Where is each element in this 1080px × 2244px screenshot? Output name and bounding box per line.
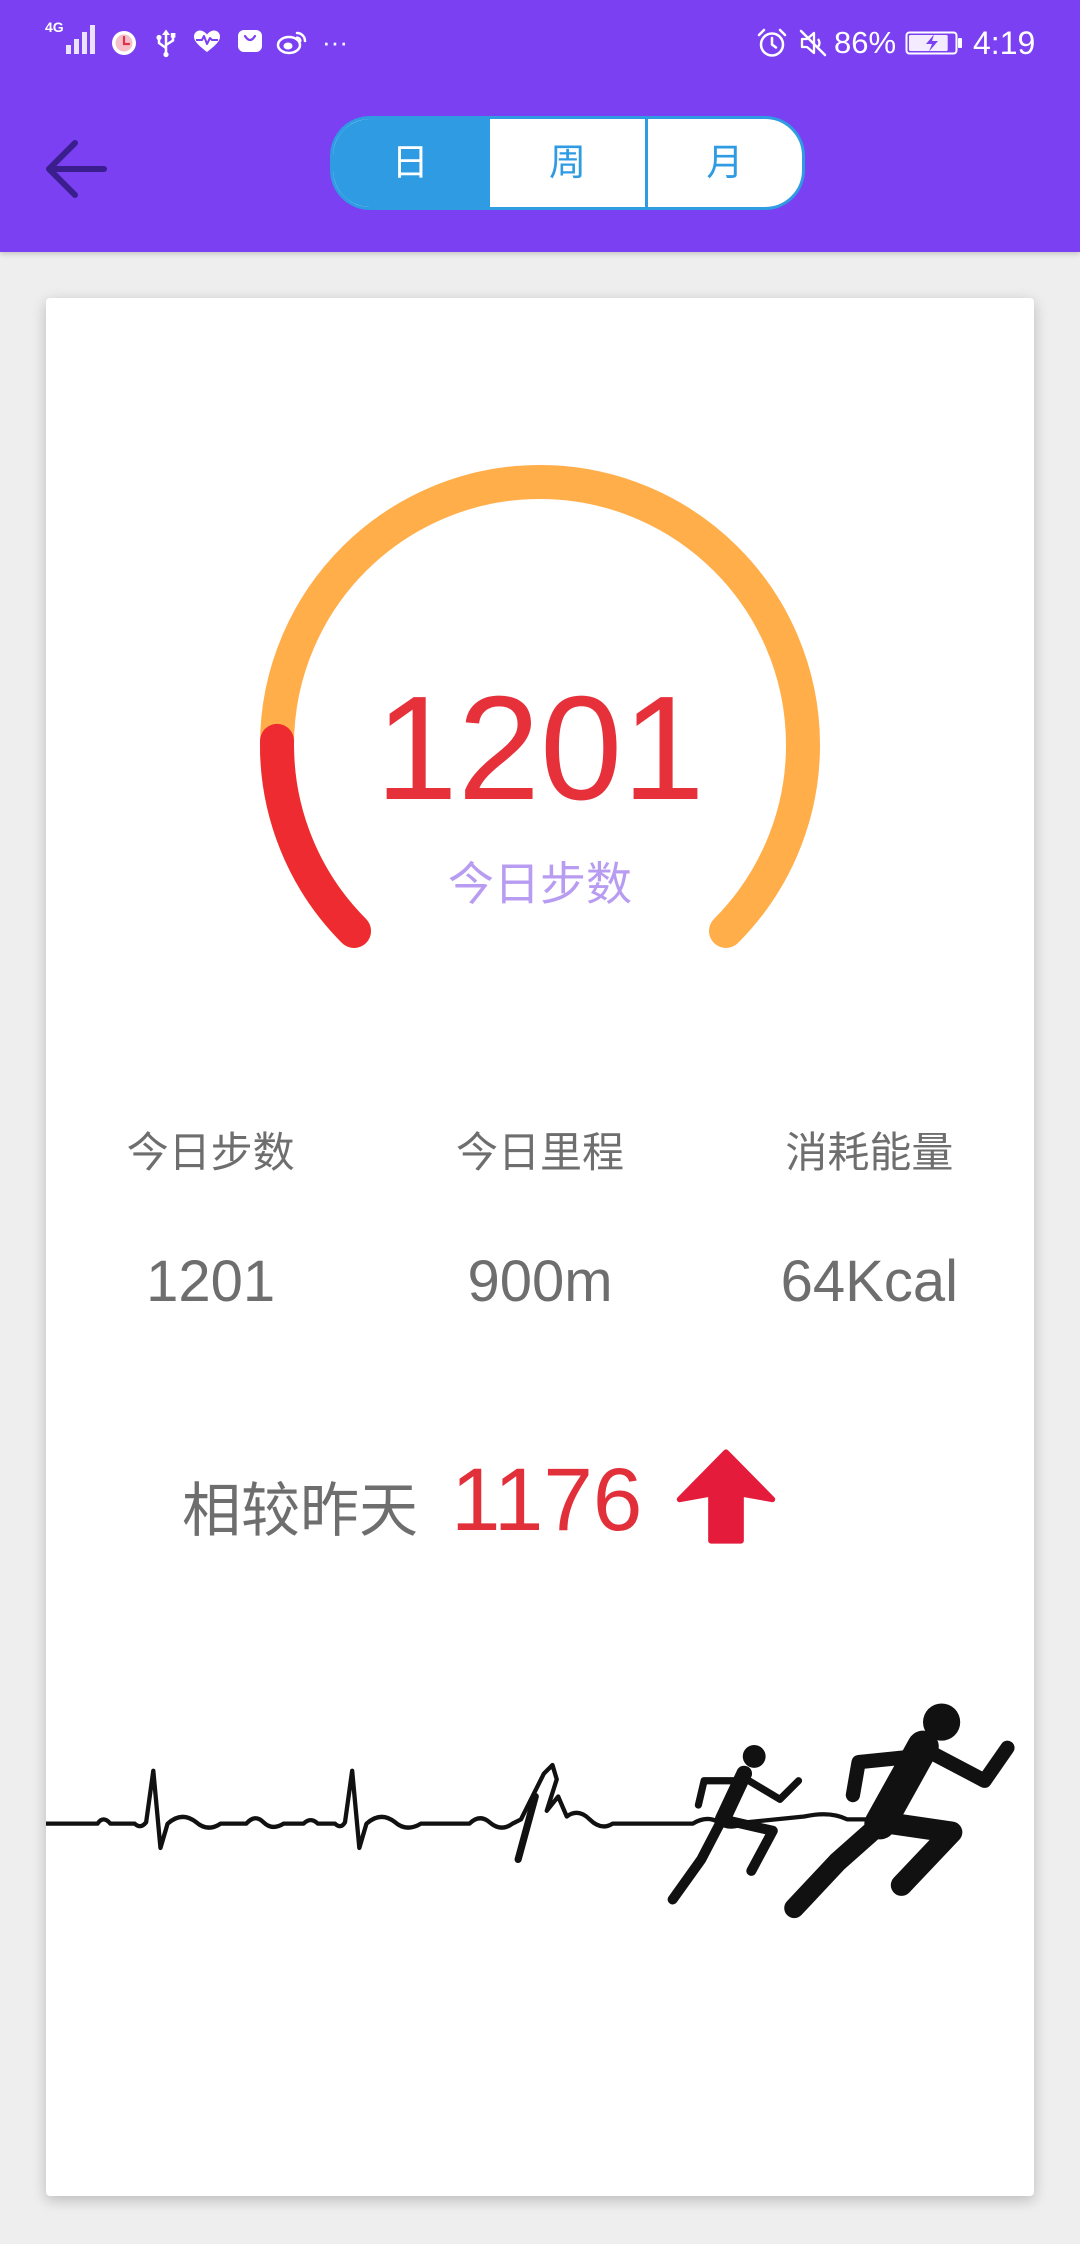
- back-button[interactable]: [30, 124, 120, 214]
- battery-icon: [905, 31, 962, 55]
- health-icon: [194, 30, 220, 52]
- tab-month[interactable]: 月: [644, 119, 802, 207]
- comparison-value: 1176: [451, 1449, 643, 1549]
- alarm-icon: [757, 28, 787, 57]
- more-notifications-indicator: ···: [322, 27, 348, 57]
- weibo-icon: [276, 31, 307, 55]
- stat-label: 消耗能量: [785, 1128, 954, 1177]
- app-notification-icon: [112, 31, 136, 55]
- usb-icon: [156, 29, 176, 58]
- arrow-left-icon: [46, 140, 107, 198]
- tab-day[interactable]: 日: [333, 119, 488, 207]
- stat-value: 1201: [146, 1249, 276, 1314]
- runner-large: [784, 1703, 1015, 1919]
- mute-icon: [799, 29, 827, 57]
- period-tabs: 日 周 月: [330, 116, 805, 210]
- stats-row: 今日步数 1201 今日里程 900m 消耗能量 64Kcal: [46, 1125, 1034, 1317]
- clock-time: 4:19: [973, 25, 1036, 61]
- status-bar: 4G ··· 86% 4:19: [0, 0, 1080, 86]
- gauge-label: 今日步数: [448, 857, 632, 911]
- stat-label: 今日里程: [455, 1128, 624, 1177]
- signal-icon: [66, 25, 95, 54]
- arrow-up-icon: [676, 1449, 776, 1544]
- stat-distance: 今日里程 900m: [375, 1125, 704, 1317]
- network-type: 4G: [45, 19, 64, 35]
- stat-label: 今日步数: [126, 1128, 295, 1177]
- gauge-step-count: 1201: [375, 666, 705, 831]
- stat-value: 64Kcal: [780, 1249, 958, 1314]
- stat-value: 900m: [467, 1249, 613, 1314]
- comparison-label: 相较昨天: [182, 1476, 419, 1545]
- tab-week[interactable]: 周: [487, 119, 644, 207]
- stat-steps: 今日步数 1201: [46, 1125, 375, 1317]
- battery-percent: 86%: [834, 25, 897, 60]
- steps-card: 1201 今日步数 今日步数 1201 今日里程 900m 消耗能量 64Kca…: [46, 298, 1034, 2196]
- app-gallery-icon: [238, 30, 262, 52]
- app-header: 4G ··· 86% 4:19 日 周 月: [0, 0, 1080, 252]
- heartbeat-runners-icon: [46, 1703, 1015, 1919]
- stat-calories: 消耗能量 64Kcal: [705, 1125, 1034, 1317]
